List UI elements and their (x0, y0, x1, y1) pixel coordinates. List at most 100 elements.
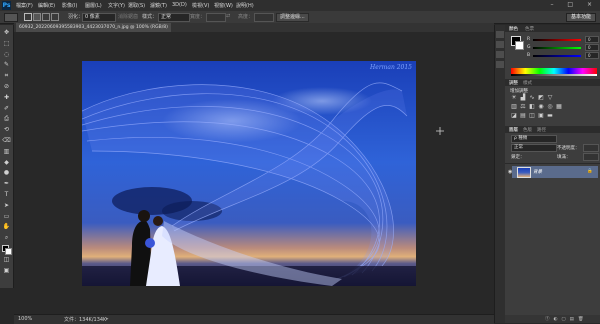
gradient-tool-icon[interactable]: ▥ (2, 148, 11, 156)
type-tool-icon[interactable]: T (2, 191, 11, 199)
crosshair-cursor-icon (436, 127, 444, 135)
menu-view[interactable]: 檢視(V) (192, 2, 209, 9)
clone-stamp-tool-icon[interactable]: ⎙ (2, 115, 11, 123)
layer-filter-select[interactable]: ρ 種類 (511, 135, 557, 143)
tool-preset-icon[interactable] (4, 13, 18, 22)
document-image[interactable]: Herman 2015 (82, 61, 416, 286)
pen-tool-icon[interactable]: ✒ (2, 180, 11, 188)
layers-panel-tabs (505, 126, 600, 133)
document-info[interactable]: 文件：134K/134K (64, 316, 106, 323)
brightness-icon[interactable]: ☀ (511, 95, 517, 101)
g-value-field[interactable]: 0 (585, 44, 599, 51)
selective-color-icon[interactable]: ▣ (538, 113, 544, 119)
zoom-tool-icon[interactable]: ⌕ (2, 234, 11, 242)
menu-image[interactable]: 影像(I) (62, 2, 77, 9)
hue-saturation-icon[interactable]: ▥ (511, 104, 517, 110)
gradient-map-icon[interactable]: ▬ (547, 113, 553, 119)
zoom-level[interactable]: 100% (18, 316, 32, 322)
menu-layer[interactable]: 圖層(L) (85, 2, 102, 9)
slider-r[interactable] (533, 39, 581, 41)
tab-paths[interactable]: 路徑 (537, 127, 546, 133)
curves-icon[interactable]: ∿ (529, 95, 535, 101)
threshold-icon[interactable]: ◫ (529, 113, 535, 119)
move-tool-icon[interactable]: ✥ (2, 29, 11, 37)
lasso-tool-icon[interactable]: ◌ (2, 51, 11, 59)
layer-visibility-eye-icon[interactable]: ◉ (508, 169, 512, 175)
menu-file[interactable]: 檔案(F) (16, 2, 33, 9)
history-brush-tool-icon[interactable]: ⟲ (2, 126, 11, 134)
fill-input[interactable] (583, 153, 599, 161)
eraser-tool-icon[interactable]: ⌫ (2, 137, 11, 145)
slider-b[interactable] (533, 55, 581, 57)
subtract-selection-icon[interactable] (42, 13, 50, 21)
invert-icon[interactable]: ◪ (511, 113, 517, 119)
vibrance-icon[interactable]: ▽ (547, 95, 553, 101)
dodge-tool-icon[interactable]: ● (2, 169, 11, 177)
properties-icon[interactable] (496, 41, 504, 48)
status-arrow-icon[interactable]: ▸ (106, 316, 109, 322)
tab-styles[interactable]: 樣式 (523, 80, 532, 86)
tab-color[interactable]: 顏色 (509, 26, 518, 32)
color-balance-icon[interactable]: ⚖ (520, 104, 526, 110)
character-icon[interactable] (496, 51, 504, 58)
menu-help[interactable]: 說明(H) (236, 2, 254, 9)
photo-filter-icon[interactable]: ◉ (538, 104, 544, 110)
opacity-input[interactable] (583, 144, 599, 152)
foreground-background-colors-icon[interactable] (2, 245, 12, 255)
marquee-tool-icon[interactable]: ⬚ (2, 40, 11, 48)
feather-input[interactable]: 0 像素 (82, 13, 116, 22)
menu-edit[interactable]: 編輯(E) (38, 2, 55, 9)
anti-alias-checkbox-label[interactable]: 消除鋸齒 (118, 13, 138, 20)
layer-name[interactable]: 背景 (533, 169, 542, 175)
menu-select[interactable]: 選取(S) (128, 2, 145, 9)
b-value-field[interactable]: 0 (585, 52, 599, 59)
window-controls[interactable]: – □ × (550, 1, 598, 8)
quick-select-tool-icon[interactable]: ✎ (2, 61, 11, 69)
blur-tool-icon[interactable]: ◆ (2, 159, 11, 167)
path-select-tool-icon[interactable]: ➤ (2, 202, 11, 210)
black-white-icon[interactable]: ◧ (529, 104, 535, 110)
paragraph-icon[interactable] (496, 61, 504, 68)
rectangle-tool-icon[interactable]: ▭ (2, 213, 11, 221)
brush-tool-icon[interactable]: ✐ (2, 105, 11, 113)
menu-bar: Ps 檔案(F) 編輯(E) 影像(I) 圖層(L) 文字(Y) 選取(S) 濾… (0, 0, 600, 11)
slider-g[interactable] (533, 47, 581, 49)
gray-ramp[interactable] (511, 74, 597, 76)
screen-mode-icon[interactable]: ▣ (2, 267, 11, 275)
tab-swatches[interactable]: 色票 (525, 26, 534, 32)
r-value-field[interactable]: 0 (585, 36, 599, 43)
adjustments-panel-tabs (505, 79, 600, 86)
channel-mixer-icon[interactable]: ◎ (547, 104, 553, 110)
tab-channels[interactable]: 色版 (523, 127, 532, 133)
workspace-select[interactable]: 基本功能 (565, 13, 596, 22)
swap-icon[interactable]: ⇄ (226, 13, 230, 19)
color-lookup-icon[interactable]: ▦ (556, 104, 562, 110)
crop-tool-icon[interactable]: ⌗ (2, 72, 11, 80)
levels-icon[interactable]: ▟ (520, 95, 526, 101)
intersect-selection-icon[interactable] (51, 13, 59, 21)
document-tab[interactable]: 60932_20220609395583903_4423037070_n.jpg… (16, 23, 171, 32)
layer-actions-icons[interactable]: ⓕ◐▢▤🗑 (545, 316, 588, 322)
width-input[interactable] (206, 13, 226, 22)
background-color-swatch[interactable] (515, 41, 524, 50)
add-selection-icon[interactable] (33, 13, 41, 21)
height-input[interactable] (254, 13, 274, 22)
healing-brush-tool-icon[interactable]: ✚ (2, 94, 11, 102)
exposure-icon[interactable]: ◩ (538, 95, 544, 101)
hand-tool-icon[interactable]: ✋ (2, 223, 11, 231)
menu-type[interactable]: 文字(Y) (108, 2, 125, 9)
quick-mask-icon[interactable]: ◫ (2, 256, 11, 264)
refine-edge-button[interactable]: 調整邊緣... (276, 13, 309, 22)
posterize-icon[interactable]: ▤ (520, 113, 526, 119)
wedding-photo (82, 61, 416, 286)
menu-window[interactable]: 視窗(W) (214, 2, 233, 9)
menu-filter[interactable]: 濾鏡(T) (150, 2, 167, 9)
eyedropper-tool-icon[interactable]: ⊘ (2, 83, 11, 91)
new-selection-icon[interactable] (24, 13, 32, 21)
menu-3d[interactable]: 3D(D) (172, 2, 187, 8)
tab-layers[interactable]: 圖層 (509, 127, 518, 133)
style-select[interactable]: 正常 (158, 13, 190, 22)
history-icon[interactable] (496, 31, 504, 38)
tab-adjustments[interactable]: 調整 (509, 80, 518, 86)
blend-mode-select[interactable]: 正常 (511, 144, 557, 152)
